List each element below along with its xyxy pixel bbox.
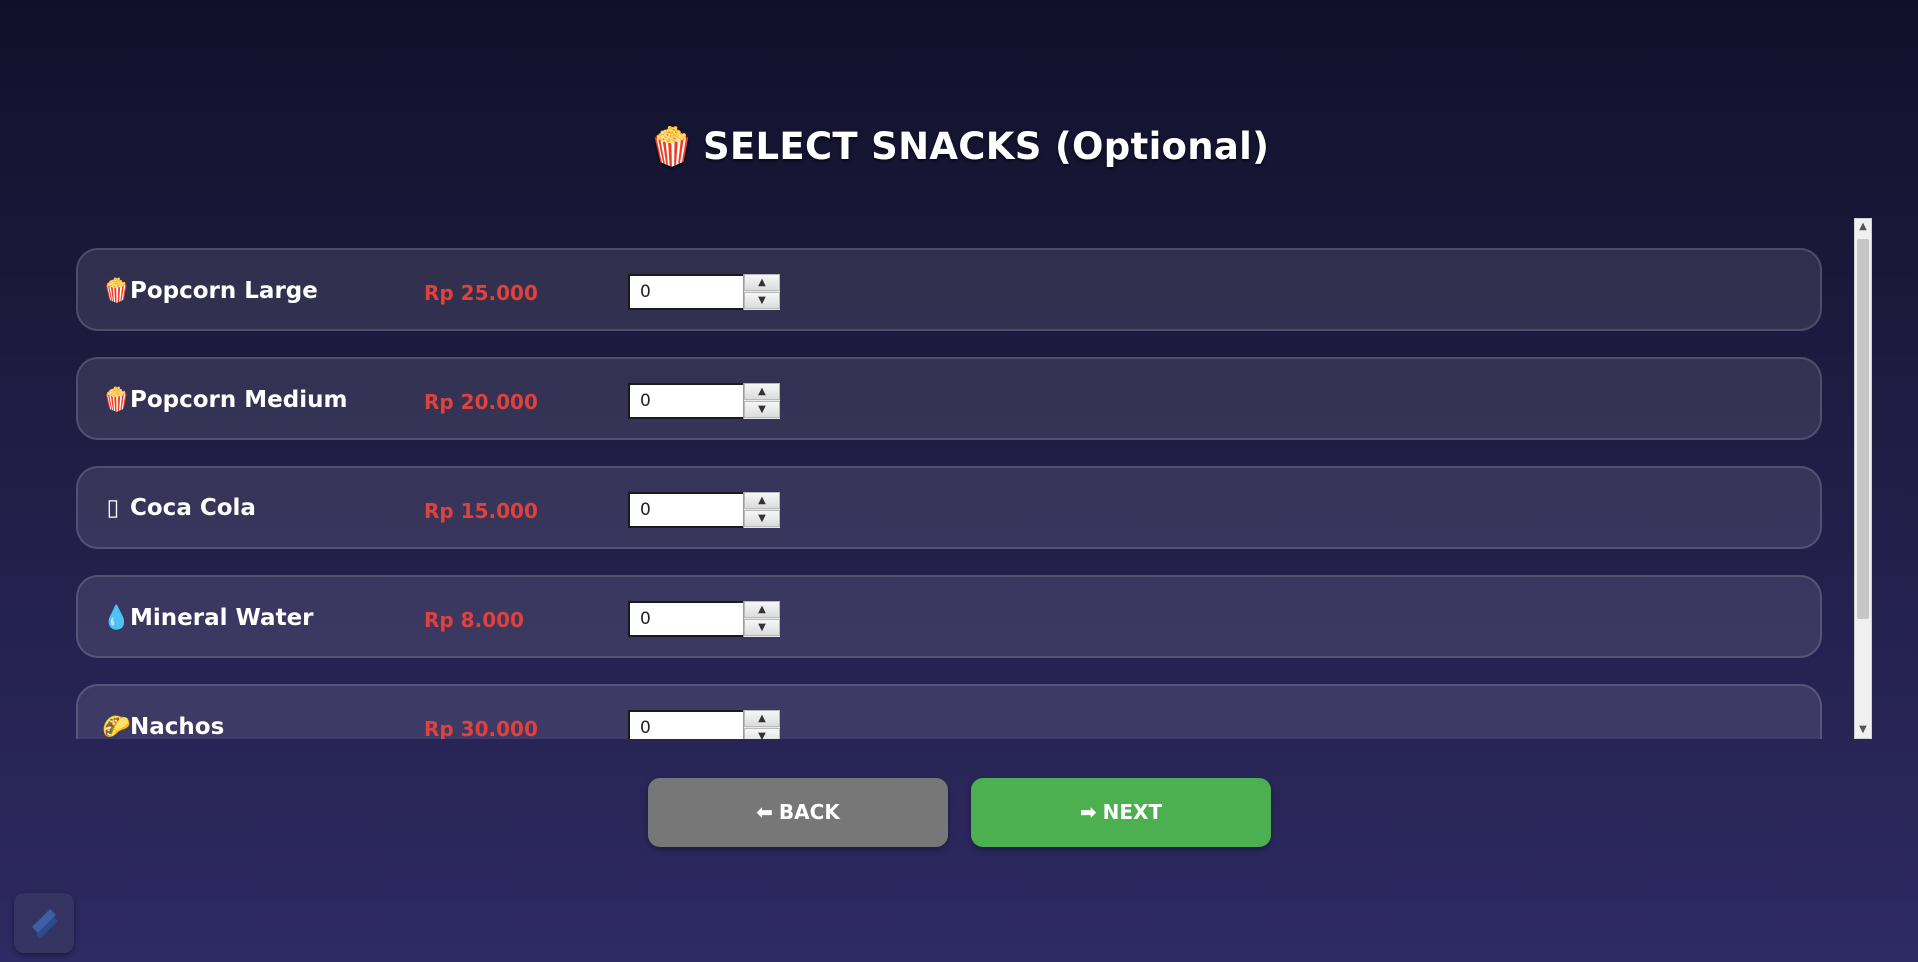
popcorn-icon: 🍿 <box>102 278 131 304</box>
snack-row: ▯ Coca Cola Rp 15.000 0 ▲ ▼ <box>76 466 1822 549</box>
decrement-button[interactable]: ▼ <box>744 510 780 527</box>
decrement-button[interactable]: ▼ <box>744 292 780 309</box>
quantity-input[interactable]: 0 <box>640 609 651 629</box>
snack-name: 🍿Popcorn Medium <box>102 386 347 413</box>
next-button-label: NEXT <box>1102 800 1163 824</box>
decrement-button[interactable]: ▼ <box>744 728 780 739</box>
snack-name: 🍿Popcorn Large <box>102 277 318 304</box>
next-button[interactable]: ➡ NEXT <box>971 778 1271 847</box>
increment-button[interactable]: ▲ <box>744 710 780 727</box>
quantity-stepper[interactable]: 0 ▲ ▼ <box>628 601 780 637</box>
snack-name: 💧Mineral Water <box>102 604 314 631</box>
droplet-icon: 💧 <box>102 605 131 631</box>
stepper-buttons: ▲ ▼ <box>743 274 780 310</box>
taco-icon: 🌮 <box>102 714 131 739</box>
arrow-left-icon: ⬅ <box>756 800 773 824</box>
snack-row: 🍿Popcorn Large Rp 25.000 0 ▲ ▼ <box>76 248 1822 331</box>
increment-button[interactable]: ▲ <box>744 492 780 509</box>
snack-name: ▯ Coca Cola <box>102 495 256 521</box>
stepper-buttons: ▲ ▼ <box>743 710 780 739</box>
snack-price: Rp 15.000 <box>424 499 538 523</box>
snack-list[interactable]: 🍿Popcorn Large Rp 25.000 0 ▲ ▼ 🍿Popcorn … <box>76 218 1854 739</box>
scroll-up-icon[interactable]: ▲ <box>1855 219 1871 235</box>
snack-price: Rp 25.000 <box>424 281 538 305</box>
stepper-buttons: ▲ ▼ <box>743 492 780 528</box>
page-title-text: SELECT SNACKS (Optional) <box>702 125 1270 168</box>
decrement-button[interactable]: ▼ <box>744 401 780 418</box>
snack-price: Rp 8.000 <box>424 608 524 632</box>
snack-row: 💧Mineral Water Rp 8.000 0 ▲ ▼ <box>76 575 1822 658</box>
quantity-input[interactable]: 0 <box>640 282 651 302</box>
snack-name: 🌮Nachos <box>102 713 224 739</box>
increment-button[interactable]: ▲ <box>744 383 780 400</box>
quantity-stepper[interactable]: 0 ▲ ▼ <box>628 383 780 419</box>
snack-name-label: Mineral Water <box>130 605 314 631</box>
page-title: 🍿 SELECT SNACKS (Optional) <box>0 125 1918 169</box>
popcorn-icon: 🍿 <box>102 387 131 413</box>
quantity-stepper[interactable]: 0 ▲ ▼ <box>628 710 780 739</box>
snack-row: 🌮Nachos Rp 30.000 0 ▲ ▼ <box>76 684 1822 739</box>
snack-name-label: Popcorn Large <box>130 278 318 304</box>
scroll-down-icon[interactable]: ▼ <box>1855 722 1871 738</box>
arrow-right-icon: ➡ <box>1079 800 1097 824</box>
snack-name-label: Coca Cola <box>130 495 256 521</box>
back-button[interactable]: ⬅ BACK <box>648 778 948 847</box>
stepper-buttons: ▲ ▼ <box>743 601 780 637</box>
increment-button[interactable]: ▲ <box>744 274 780 291</box>
logo-icon <box>32 909 58 939</box>
quantity-input[interactable]: 0 <box>640 500 651 520</box>
quantity-stepper[interactable]: 0 ▲ ▼ <box>628 492 780 528</box>
snack-name-label: Nachos <box>130 714 225 739</box>
decrement-button[interactable]: ▼ <box>744 619 780 636</box>
quantity-input[interactable]: 0 <box>640 718 651 738</box>
increment-button[interactable]: ▲ <box>744 601 780 618</box>
cup-icon: ▯ <box>106 495 120 521</box>
app-logo[interactable] <box>14 893 74 953</box>
quantity-stepper[interactable]: 0 ▲ ▼ <box>628 274 780 310</box>
snack-row: 🍿Popcorn Medium Rp 20.000 0 ▲ ▼ <box>76 357 1822 440</box>
scrollbar-thumb[interactable] <box>1857 239 1869 619</box>
stepper-buttons: ▲ ▼ <box>743 383 780 419</box>
snack-price: Rp 30.000 <box>424 717 538 739</box>
back-button-label: BACK <box>778 800 840 824</box>
vertical-scrollbar[interactable]: ▲ ▼ <box>1854 218 1872 739</box>
snack-price: Rp 20.000 <box>424 390 538 414</box>
quantity-input[interactable]: 0 <box>640 391 651 411</box>
snack-name-label: Popcorn Medium <box>130 387 348 413</box>
popcorn-icon: 🍿 <box>648 125 695 168</box>
